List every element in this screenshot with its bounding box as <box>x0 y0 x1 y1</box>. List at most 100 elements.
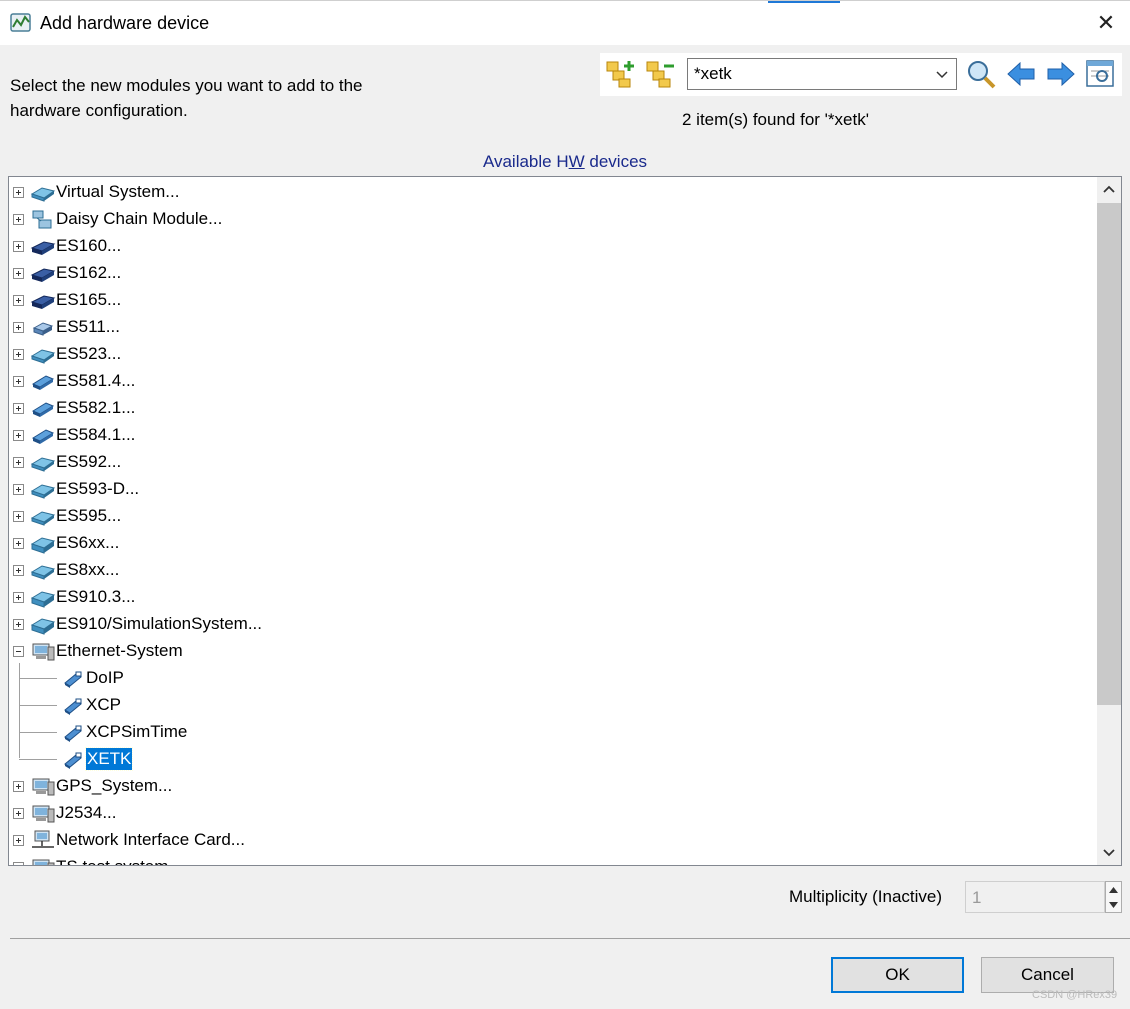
expand-icon[interactable] <box>13 187 24 198</box>
tree-item-es582-1[interactable]: ES582.1... <box>9 395 1097 422</box>
tree-item-label-selected: XETK <box>84 747 134 771</box>
close-button[interactable]: ✕ <box>1092 9 1120 37</box>
tree-item-es581-4[interactable]: ES581.4... <box>9 368 1097 395</box>
tree-header-prefix: Available H <box>482 152 569 171</box>
tree-item-label: ES8xx... <box>56 560 120 579</box>
module-dark-icon <box>30 295 56 309</box>
tree-item-doip[interactable]: DoIP <box>9 665 1097 692</box>
tree-item-label: XCP <box>86 695 121 714</box>
expand-icon[interactable] <box>13 781 24 792</box>
expand-icon[interactable] <box>13 862 24 865</box>
search-input[interactable]: *xetk <box>694 64 732 84</box>
expand-icon[interactable] <box>13 835 24 846</box>
tree-item-es8xx[interactable]: ES8xx... <box>9 557 1097 584</box>
search-button[interactable] <box>964 58 998 90</box>
expand-icon[interactable] <box>13 619 24 630</box>
previous-result-button[interactable] <box>1004 58 1038 90</box>
expand-icon[interactable] <box>13 484 24 495</box>
tree-connector <box>19 732 57 733</box>
device-icon <box>30 565 56 580</box>
next-result-button[interactable] <box>1044 58 1078 90</box>
tree-item-label: ES582.1... <box>56 398 136 417</box>
tree-item-network-interface-card[interactable]: Network Interface Card... <box>9 827 1097 854</box>
tree-item-es165[interactable]: ES165... <box>9 287 1097 314</box>
tree-item-es593-d[interactable]: ES593-D... <box>9 476 1097 503</box>
expand-icon[interactable] <box>13 214 24 225</box>
tree-item-es910-simulationsystem[interactable]: ES910/SimulationSystem... <box>9 611 1097 638</box>
tree-connector <box>19 678 57 679</box>
search-combobox[interactable]: *xetk <box>687 58 957 90</box>
tree-item-label: ES592... <box>56 452 122 471</box>
computer-icon <box>32 859 55 865</box>
hw-device-tree[interactable]: Virtual System... Daisy Chain Module... … <box>8 176 1122 866</box>
computer-icon <box>32 643 55 661</box>
tree-item-es162[interactable]: ES162... <box>9 260 1097 287</box>
dialog-title: Add hardware device <box>40 13 210 33</box>
expand-icon[interactable] <box>13 592 24 603</box>
chevron-down-icon[interactable] <box>933 65 951 83</box>
scroll-up-button[interactable] <box>1097 177 1121 201</box>
tree-item-label: Virtual System... <box>56 182 180 201</box>
tree-item-virtual-system[interactable]: Virtual System... <box>9 179 1097 206</box>
tree-item-es523[interactable]: ES523... <box>9 341 1097 368</box>
tree-item-label: GPS_System... <box>56 776 173 795</box>
multiplicity-value: 1 <box>972 888 982 907</box>
tree-item-label: ES593-D... <box>56 479 140 498</box>
spin-down-button <box>1106 897 1121 912</box>
ok-button[interactable]: OK <box>831 957 964 993</box>
expand-icon[interactable] <box>13 376 24 387</box>
expand-icon[interactable] <box>13 538 24 549</box>
tree-item-es592[interactable]: ES592... <box>9 449 1097 476</box>
search-toolbar: *xetk <box>600 53 1122 96</box>
instruction-text: Select the new modules you want to add t… <box>10 76 363 120</box>
expand-icon[interactable] <box>13 241 24 252</box>
expand-icon[interactable] <box>13 322 24 333</box>
computer-icon <box>32 805 55 823</box>
tree-item-es584-1[interactable]: ES584.1... <box>9 422 1097 449</box>
watermark: CSDN @HRex39 <box>1032 989 1118 1001</box>
tree-item-es511[interactable]: ES511... <box>9 314 1097 341</box>
tree-item-es910-3[interactable]: ES910.3... <box>9 584 1097 611</box>
usb-interface-icon <box>31 375 55 390</box>
previous-arrow-icon <box>1007 61 1035 87</box>
tree-item-gps-system[interactable]: GPS_System... <box>9 773 1097 800</box>
expand-icon[interactable] <box>13 430 24 441</box>
cancel-button[interactable]: Cancel <box>981 957 1114 993</box>
collapse-all-button[interactable] <box>644 58 678 90</box>
tree-item-ts-test-system[interactable]: TS test system <box>9 854 1097 865</box>
tree-item-es160[interactable]: ES160... <box>9 233 1097 260</box>
tree-item-label: ES160... <box>56 236 122 255</box>
expand-icon[interactable] <box>13 808 24 819</box>
filter-view-button[interactable] <box>1084 58 1118 90</box>
search-icon <box>968 61 996 89</box>
expand-icon[interactable] <box>13 565 24 576</box>
expand-icon[interactable] <box>13 268 24 279</box>
tree-item-label: ES511... <box>56 317 120 336</box>
tree-item-es6xx[interactable]: ES6xx... <box>9 530 1097 557</box>
scroll-thumb[interactable] <box>1097 203 1121 705</box>
expand-icon[interactable] <box>13 457 24 468</box>
tree-item-j2534[interactable]: J2534... <box>9 800 1097 827</box>
module-dark-icon <box>30 241 56 255</box>
tree-item-label: ES6xx... <box>56 533 120 552</box>
tree-item-ethernet-system[interactable]: Ethernet-System <box>9 638 1097 665</box>
chevron-up-icon <box>1103 185 1115 193</box>
tree-header-suffix: devices <box>584 152 648 171</box>
device-icon <box>30 537 56 554</box>
expand-icon[interactable] <box>13 295 24 306</box>
expand-icon[interactable] <box>13 511 24 522</box>
tree-item-xetk[interactable]: XETK <box>9 746 1097 773</box>
protocol-icon <box>64 752 82 769</box>
scroll-down-button[interactable] <box>1097 841 1121 865</box>
tree-item-es595[interactable]: ES595... <box>9 503 1097 530</box>
tree-scrollbar[interactable] <box>1097 177 1121 865</box>
title-bar: Add hardware device ✕ <box>0 0 1130 45</box>
expand-icon[interactable] <box>13 403 24 414</box>
app-icon <box>10 13 31 32</box>
tree-item-xcp[interactable]: XCP <box>9 692 1097 719</box>
expand-all-button[interactable] <box>604 58 638 90</box>
collapse-icon[interactable] <box>13 646 24 657</box>
tree-item-xcpsimtime[interactable]: XCPSimTime <box>9 719 1097 746</box>
expand-icon[interactable] <box>13 349 24 360</box>
tree-item-daisy-chain-module[interactable]: Daisy Chain Module... <box>9 206 1097 233</box>
